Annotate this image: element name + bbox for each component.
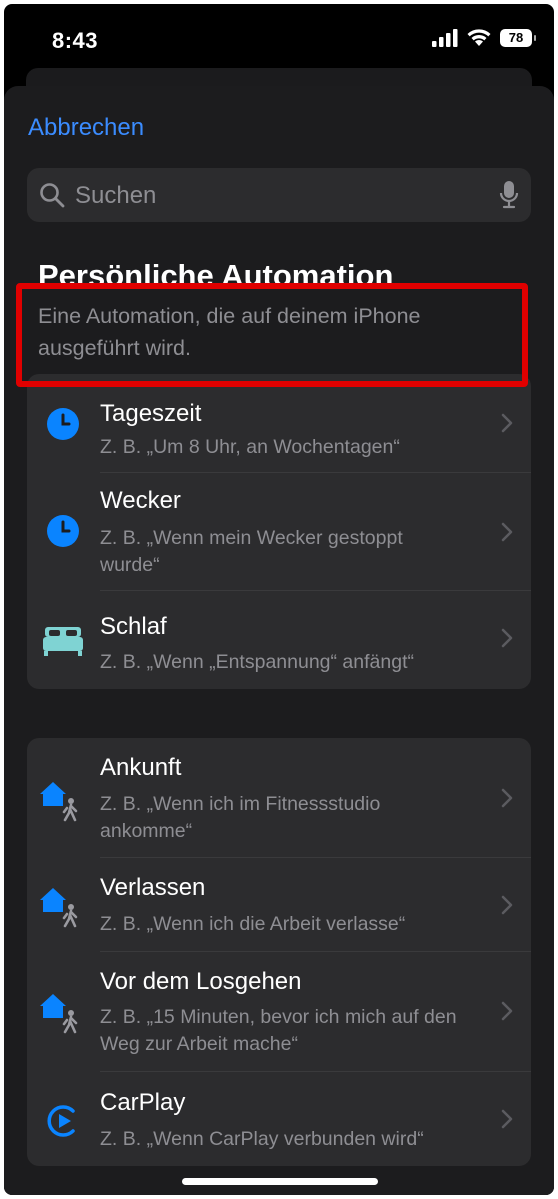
list-item-tageszeit[interactable]: Tageszeit Z. B. „Um 8 Uhr, an Wochentage… [27,374,531,472]
chevron-right-icon [501,1001,513,1021]
list-item-subtitle: Z. B. „15 Minuten, bevor ich mich auf de… [100,1006,457,1055]
cancel-button[interactable]: Abbrechen [28,114,144,142]
list-item-title: Schlaf [100,613,167,640]
wifi-icon [467,29,491,46]
list-item-verlassen[interactable]: Verlassen Z. B. „Wenn ich die Arbeit ver… [27,858,531,951]
chevron-right-icon [501,522,513,542]
microphone-icon[interactable] [499,180,519,210]
home-indicator[interactable] [182,1178,378,1185]
status-icons: 78 [432,28,536,47]
home-arrive-icon [40,782,78,822]
list-item-title: Verlassen [100,874,206,901]
chevron-right-icon [501,413,513,433]
list-item-subtitle: Z. B. „Wenn ich die Arbeit verlasse“ [100,913,406,935]
page-subtitle: Eine Automation, die auf deinem iPhone a… [38,304,421,360]
time-trigger-group: Tageszeit Z. B. „Um 8 Uhr, an Wochentage… [27,374,531,689]
signal-icon [432,28,458,47]
search-icon [40,183,65,208]
home-depart-icon [40,994,78,1034]
list-item-subtitle: Z. B. „Wenn „Entspannung“ anfängt“ [100,651,414,673]
automation-sheet: Abbrechen Persönliche Automation Eine Au… [4,86,554,1195]
location-trigger-group: Ankunft Z. B. „Wenn ich im Fitnessstudio… [27,738,531,1166]
chevron-right-icon [501,895,513,915]
list-item-ankunft[interactable]: Ankunft Z. B. „Wenn ich im Fitnessstudio… [27,738,531,857]
search-bar[interactable] [27,168,531,224]
list-item-carplay[interactable]: CarPlay Z. B. „Wenn CarPlay verbunden wi… [27,1072,531,1166]
chevron-right-icon [501,628,513,648]
list-item-title: CarPlay [100,1089,186,1116]
list-item-title: Wecker [100,487,181,514]
status-time: 8:43 [52,28,99,53]
list-item-wecker[interactable]: Wecker Z. B. „Wenn mein Wecker gestoppt … [27,473,531,590]
list-item-subtitle: Z. B. „Um 8 Uhr, an Wochentagen“ [100,436,400,458]
list-item-schlaf[interactable]: Schlaf Z. B. „Wenn „Entspannung“ anfängt… [27,591,531,689]
list-item-title: Ankunft [100,754,182,781]
list-item-subtitle: Z. B. „Wenn mein Wecker gestoppt wurde“ [100,527,403,576]
list-item-title: Vor dem Losgehen [100,968,302,995]
status-bar: 8:43 78 [4,4,554,74]
list-item-title: Tageszeit [100,400,202,427]
clock-icon [47,408,79,440]
battery-icon: 78 [500,28,536,47]
alarm-clock-icon [47,515,79,547]
list-item-vor-dem-losgehen[interactable]: Vor dem Losgehen Z. B. „15 Minuten, bevo… [27,952,531,1071]
bed-icon [43,627,83,656]
search-input[interactable] [73,168,487,224]
list-item-subtitle: Z. B. „Wenn CarPlay verbunden wird“ [100,1128,424,1150]
battery-level: 78 [508,30,524,45]
carplay-icon [47,1105,75,1137]
list-item-subtitle: Z. B. „Wenn ich im Fitnessstudio ankomme… [100,793,381,842]
home-leave-icon [40,888,78,928]
phone-screen: 8:43 78 Abbrechen Suchen Persönliche Aut… [4,4,554,1195]
chevron-right-icon [501,788,513,808]
chevron-right-icon [501,1109,513,1129]
page-title: Persönliche Automation [38,258,394,293]
